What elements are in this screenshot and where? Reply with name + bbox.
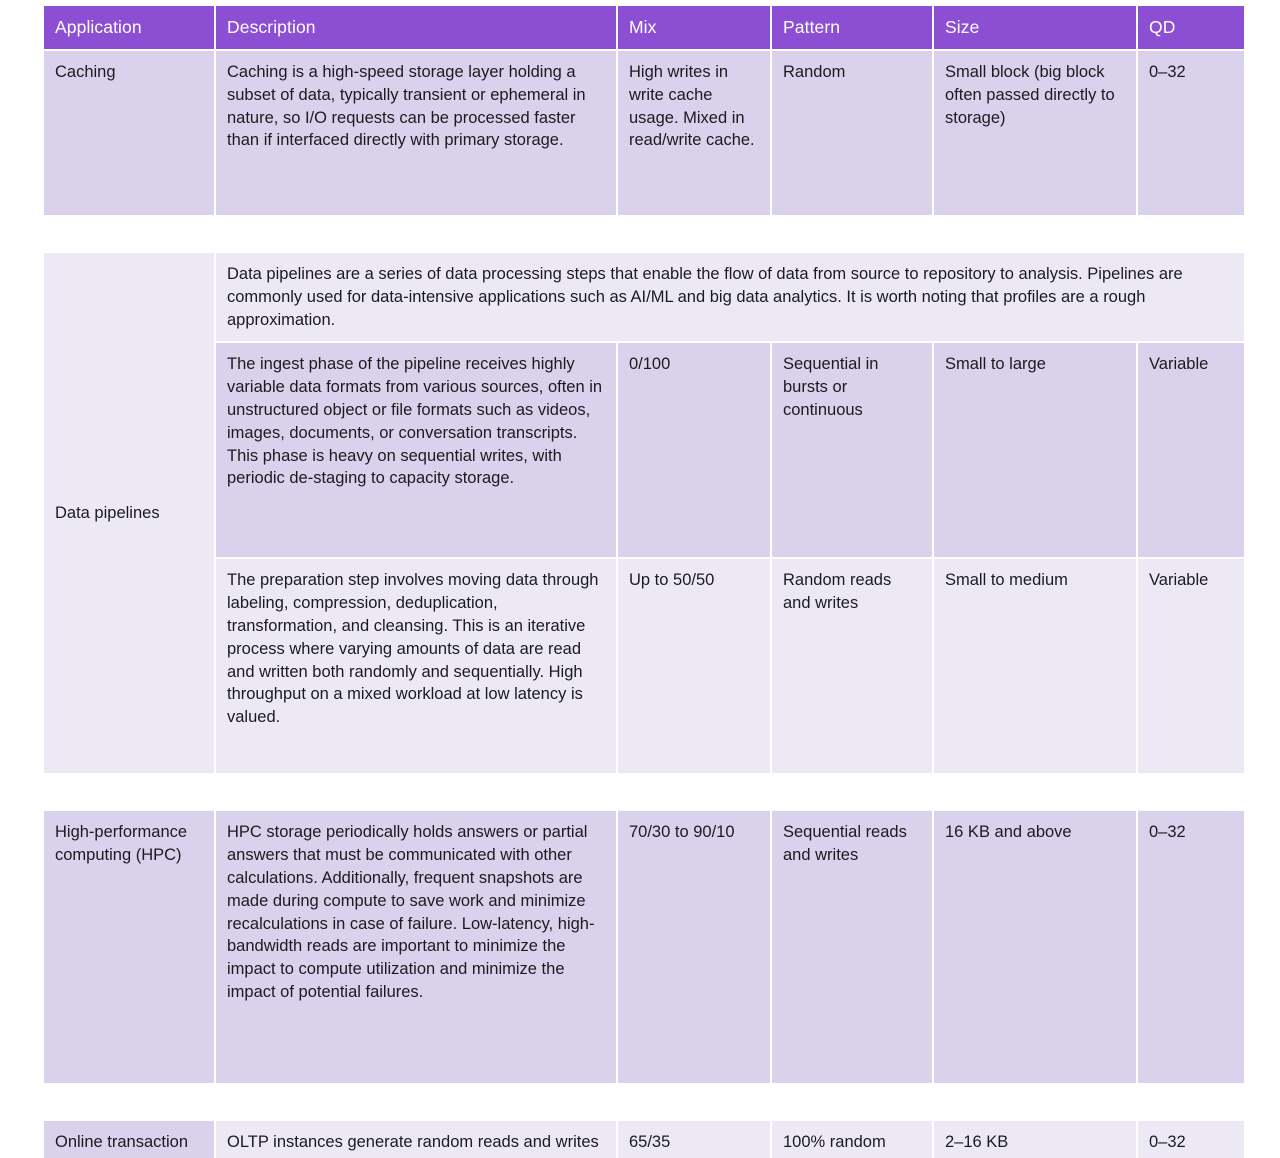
row-spacer <box>44 1085 1244 1120</box>
cell-pattern-caching: Random <box>772 51 932 216</box>
cell-qd-ingest: Variable <box>1138 343 1244 558</box>
cell-pattern-oltp: 100% random <box>772 1121 932 1158</box>
table-row: The preparation step involves moving dat… <box>44 559 1244 774</box>
cell-qd-hpc: 0–32 <box>1138 811 1244 1084</box>
table-header: Application Description Mix Pattern Size… <box>44 6 1244 50</box>
cell-data-pipelines-overview: Data pipelines are a series of data proc… <box>216 253 1244 342</box>
table-header-row: Application Description Mix Pattern Size… <box>44 6 1244 50</box>
table-row: Online transaction processing (OLTP)—sma… <box>44 1121 1244 1158</box>
row-spacer-cell <box>44 1085 1244 1120</box>
cell-size-ingest: Small to large <box>934 343 1136 558</box>
cell-size-preparation: Small to medium <box>934 559 1136 774</box>
table-row: Caching Caching is a high-speed storage … <box>44 51 1244 216</box>
cell-description-caching: Caching is a high-speed storage layer ho… <box>216 51 616 216</box>
cell-pattern-ingest: Sequential in bursts or continuous <box>772 343 932 558</box>
row-spacer-cell <box>44 775 1244 810</box>
cell-size-oltp: 2–16 KB <box>934 1121 1136 1158</box>
cell-application-data-pipelines: Data pipelines <box>44 253 214 774</box>
cell-mix-oltp: 65/35 <box>618 1121 770 1158</box>
cell-qd-caching: 0–32 <box>1138 51 1244 216</box>
table-row: The ingest phase of the pipeline receive… <box>44 343 1244 558</box>
cell-application-caching: Caching <box>44 51 214 216</box>
workload-profile-table: Application Description Mix Pattern Size… <box>42 4 1246 1158</box>
cell-size-hpc: 16 KB and above <box>934 811 1136 1084</box>
cell-description-preparation: The preparation step involves moving dat… <box>216 559 616 774</box>
column-header-pattern: Pattern <box>772 6 932 50</box>
cell-qd-preparation: Variable <box>1138 559 1244 774</box>
cell-size-caching: Small block (big block often passed dire… <box>934 51 1136 216</box>
row-spacer <box>44 775 1244 810</box>
column-header-qd: QD <box>1138 6 1244 50</box>
cell-description-hpc: HPC storage periodically holds answers o… <box>216 811 616 1084</box>
screenshot-root: Application Description Mix Pattern Size… <box>0 0 1280 1158</box>
table-body: Caching Caching is a high-speed storage … <box>44 51 1244 1158</box>
table-row: Data pipelines Data pipelines are a seri… <box>44 253 1244 774</box>
cell-application-oltp: Online transaction processing (OLTP)—sma… <box>44 1121 214 1158</box>
cell-mix-hpc: 70/30 to 90/10 <box>618 811 770 1084</box>
cell-mix-ingest: 0/100 <box>618 343 770 558</box>
column-header-description: Description <box>216 6 616 50</box>
column-header-mix: Mix <box>618 6 770 50</box>
cell-pattern-hpc: Sequential reads and writes <box>772 811 932 1084</box>
column-header-size: Size <box>934 6 1136 50</box>
column-header-application: Application <box>44 6 214 50</box>
cell-pattern-preparation: Random reads and writes <box>772 559 932 774</box>
table-row: High-performance computing (HPC) HPC sto… <box>44 811 1244 1084</box>
cell-mix-preparation: Up to 50/50 <box>618 559 770 774</box>
cell-application-hpc: High-performance computing (HPC) <box>44 811 214 1084</box>
row-spacer-cell <box>44 217 1244 252</box>
cell-mix-caching: High writes in write cache usage. Mixed … <box>618 51 770 216</box>
cell-description-ingest: The ingest phase of the pipeline receive… <box>216 343 616 558</box>
cell-qd-oltp: 0–32 <box>1138 1121 1244 1158</box>
row-spacer <box>44 217 1244 252</box>
cell-description-oltp: OLTP instances generate random reads and… <box>216 1121 616 1158</box>
